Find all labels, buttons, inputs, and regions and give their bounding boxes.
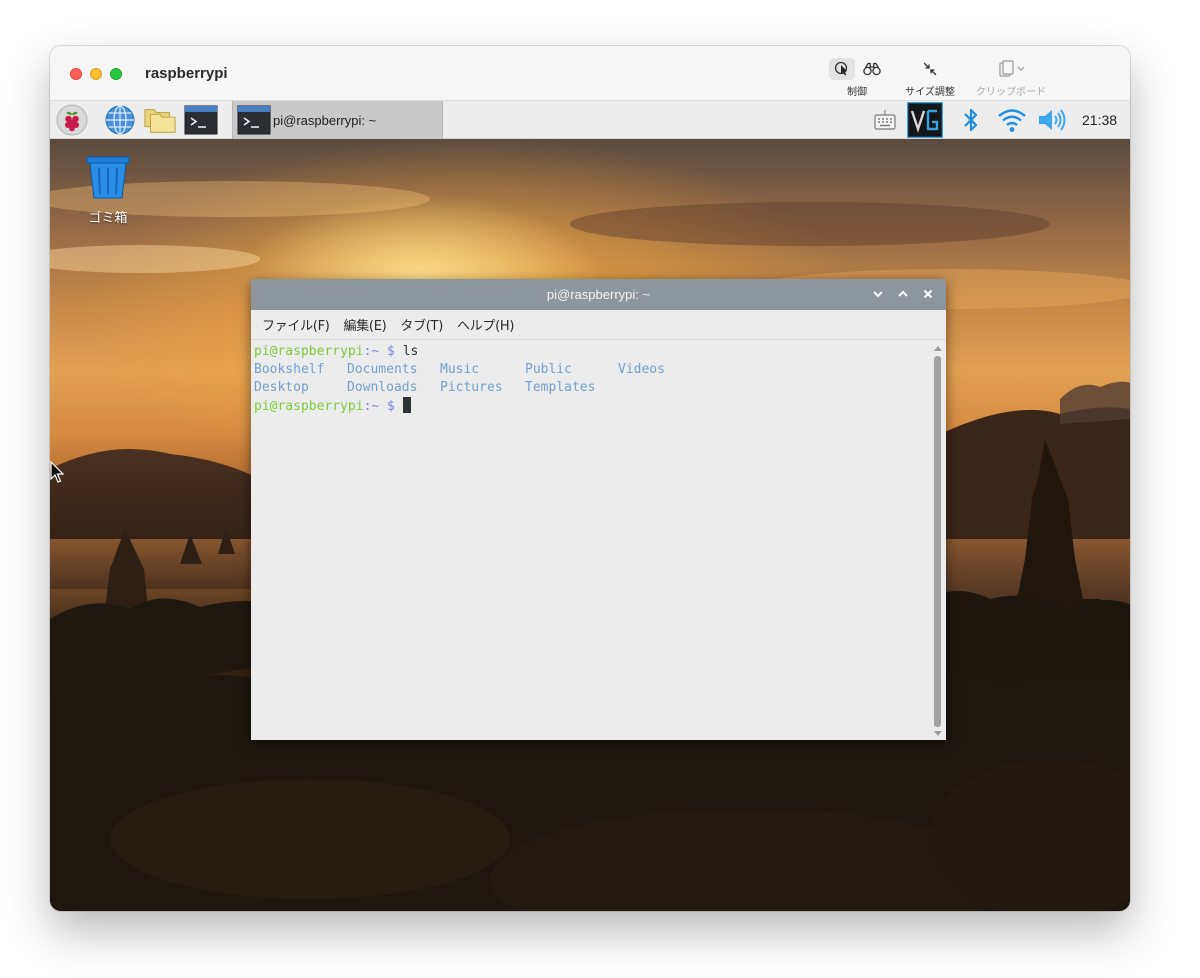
desktop: ゴミ箱 pi@raspberrypi: ~ ファイル(F) 編集(E) タブ(T… — [50, 139, 1130, 911]
mouse-pointer-icon — [50, 461, 65, 483]
keyboard-icon[interactable] — [868, 104, 902, 136]
binoculars-icon[interactable] — [859, 58, 885, 80]
clipboard-icon — [999, 60, 1025, 77]
terminal-title: pi@raspberrypi: ~ — [546, 287, 651, 302]
dir-entry: Templates — [525, 380, 596, 395]
web-browser-icon[interactable] — [103, 104, 137, 136]
terminal-menubar: ファイル(F) 編集(E) タブ(T) ヘルプ(H) — [251, 310, 946, 340]
panel-clock: 21:38 — [1082, 112, 1118, 128]
taskbar-terminal-label: pi@raspberrypi: ~ — [273, 112, 377, 128]
terminal-icon[interactable] — [184, 104, 218, 136]
minimize-window-button[interactable] — [90, 68, 102, 80]
prompt-suffix: :~ $ — [363, 344, 403, 359]
prompt-suffix: :~ $ — [363, 399, 403, 414]
menu-tabs[interactable]: タブ(T) — [393, 315, 450, 334]
terminal-output[interactable]: pi@raspberrypi:~ $ ls Bookshelf Documents… — [251, 341, 931, 740]
dir-entry: Desktop — [254, 380, 309, 395]
terminal-line: pi@raspberrypi:~ $ ls — [254, 343, 931, 361]
prompt-user: pi@raspberrypi — [254, 399, 364, 414]
terminal-line: Bookshelf Documents Music Public Videos — [254, 361, 931, 379]
window-titlebar: raspberrypi 制御 サイズ調整 クリップボード — [50, 46, 1130, 101]
scroll-down-icon[interactable] — [933, 729, 942, 738]
menu-file[interactable]: ファイル(F) — [255, 315, 337, 334]
maximize-icon[interactable] — [893, 284, 913, 304]
dir-entry: Bookshelf — [254, 362, 325, 377]
volume-icon[interactable] — [1035, 104, 1069, 136]
menu-edit[interactable]: 編集(E) — [337, 315, 394, 334]
resize-label: サイズ調整 — [905, 87, 955, 98]
dir-entry: Downloads — [347, 380, 418, 395]
raspberry-pi-panel: pi@raspberrypi: ~ 21:38 — [50, 101, 1130, 139]
scroll-up-icon[interactable] — [933, 343, 942, 352]
terminal-line: pi@raspberrypi:~ $ — [254, 397, 931, 415]
terminal-line: Desktop Downloads Pictures Templates — [254, 379, 931, 397]
dir-entry: Pictures — [440, 380, 503, 395]
control-label: 制御 — [847, 87, 867, 98]
trash-label: ゴミ箱 — [88, 211, 128, 226]
trash-bin-icon — [86, 156, 130, 199]
dir-entry: Public — [525, 362, 572, 377]
pointer-control-icon[interactable] — [829, 58, 855, 80]
clipboard-tool[interactable]: クリップボード — [968, 56, 1054, 98]
zoom-window-button[interactable] — [110, 68, 122, 80]
text-cursor — [402, 397, 411, 413]
vnc-viewer-window: raspberrypi 制御 サイズ調整 クリップボード pi@raspberr… — [50, 46, 1130, 911]
trash-desktop-icon[interactable]: ゴミ箱 — [80, 154, 136, 226]
dir-entry: Documents — [347, 362, 418, 377]
prompt-user: pi@raspberrypi — [254, 344, 364, 359]
control-tool[interactable]: 制御 — [825, 56, 889, 98]
dir-entry: Videos — [618, 362, 665, 377]
terminal-window[interactable]: pi@raspberrypi: ~ ファイル(F) 編集(E) タブ(T) ヘル… — [251, 279, 946, 740]
dir-entry: Music — [440, 362, 480, 377]
close-window-button[interactable] — [70, 68, 82, 80]
close-icon[interactable] — [918, 284, 938, 304]
clipboard-label: クリップボード — [976, 87, 1046, 98]
file-manager-icon[interactable] — [143, 104, 177, 136]
minimize-icon[interactable] — [868, 284, 888, 304]
terminal-icon — [237, 105, 271, 135]
terminal-scrollbar[interactable] — [932, 341, 943, 740]
resize-tool[interactable]: サイズ調整 — [895, 56, 965, 98]
typed-command: ls — [402, 344, 419, 359]
taskbar-terminal-button[interactable]: pi@raspberrypi: ~ — [232, 101, 443, 139]
vnc-icon[interactable] — [907, 102, 943, 138]
wifi-icon[interactable] — [995, 104, 1029, 136]
menu-help[interactable]: ヘルプ(H) — [450, 315, 521, 334]
scrollbar-thumb[interactable] — [934, 356, 941, 727]
bluetooth-icon[interactable] — [954, 104, 988, 136]
window-title: raspberrypi — [145, 65, 228, 82]
shrink-arrows-icon — [923, 62, 937, 76]
raspberry-menu-icon[interactable] — [55, 104, 89, 136]
terminal-titlebar[interactable]: pi@raspberrypi: ~ — [251, 279, 946, 310]
